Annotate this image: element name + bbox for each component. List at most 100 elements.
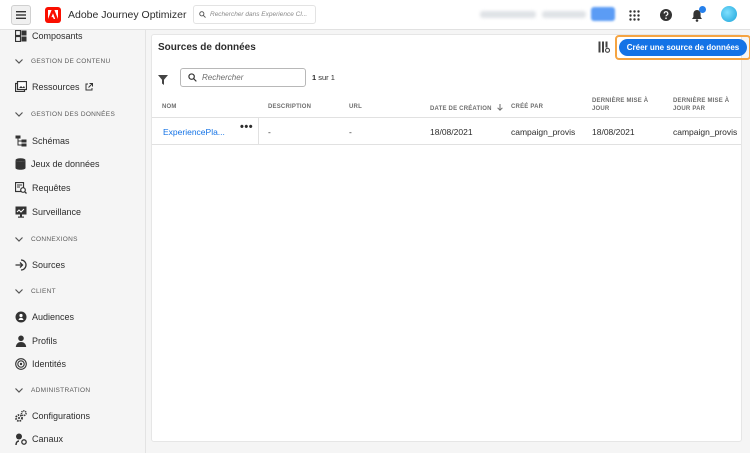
- sidebar-item-composants[interactable]: Composants: [15, 30, 83, 42]
- sidebar-item-surveillance[interactable]: Surveillance: [15, 206, 81, 218]
- sidebar-item-identites[interactable]: Identités: [15, 358, 66, 370]
- app-title: Adobe Journey Optimizer: [68, 8, 187, 21]
- adobe-logo-icon: [48, 10, 58, 19]
- page-title: Sources de données: [158, 42, 256, 53]
- cell-cree-par: campaign_provis: [511, 127, 575, 137]
- sidebar-item-configurations[interactable]: Configurations: [15, 410, 90, 422]
- result-count-current: 1: [312, 73, 317, 82]
- sidebar-item-audiences[interactable]: Audiences: [15, 311, 74, 323]
- sidebar-item-label: Ressources: [32, 81, 80, 92]
- global-search-placeholder: Rechercher dans Experience Cl...: [210, 11, 308, 18]
- notification-badge: [699, 6, 706, 13]
- external-link-icon: [85, 82, 93, 90]
- data-source-name-link[interactable]: ExperiencePla...: [163, 127, 241, 137]
- schema-icon: [15, 135, 27, 147]
- sidebar-section-connexions[interactable]: CONNEXIONS: [15, 236, 78, 243]
- database-icon: [15, 158, 26, 170]
- components-icon: [15, 30, 27, 42]
- channels-icon: [15, 433, 27, 445]
- apps-grid-icon: [628, 9, 640, 21]
- column-header-date-creation[interactable]: DATE DE CRÉATION: [430, 104, 503, 114]
- column-settings-icon: [598, 41, 611, 53]
- sidebar-item-label: Sources: [32, 260, 66, 270]
- sidebar-item-label: Audiences: [32, 312, 75, 322]
- cell-derniere-maj: 18/08/2021: [592, 127, 635, 137]
- column-header-cree-par[interactable]: CRÉÉ PAR: [511, 104, 571, 112]
- sidebar-section-label: GESTION DES DONNÉES: [31, 111, 116, 118]
- sidebar-item-canaux[interactable]: Canaux: [15, 433, 63, 445]
- search-icon: [188, 73, 197, 82]
- more-actions-button[interactable]: •••: [240, 121, 253, 133]
- column-divider: [258, 118, 259, 145]
- search-icon: [199, 11, 206, 18]
- sidebar-item-jeux-de-donnees[interactable]: Jeux de données: [15, 158, 100, 170]
- sidebar-item-ressources[interactable]: Ressources: [15, 81, 98, 92]
- sort-arrow-down-icon: [496, 104, 503, 111]
- search-input[interactable]: Rechercher: [180, 68, 306, 87]
- hamburger-icon: [16, 10, 26, 19]
- sidebar-item-label: Jeux de données: [31, 159, 100, 169]
- menu-toggle-button[interactable]: [11, 4, 31, 25]
- profile-icon: [15, 335, 27, 347]
- table-row[interactable]: ExperiencePla... ••• - - 18/08/2021 camp…: [152, 118, 741, 145]
- sidebar-item-schemas[interactable]: Schémas: [15, 135, 70, 147]
- column-header-name[interactable]: NOM: [162, 104, 202, 112]
- cell-derniere-maj-par: campaign_provis: [673, 127, 738, 137]
- org-selector-blurred[interactable]: [480, 11, 536, 18]
- column-header-label: DATE DE CRÉATION: [430, 106, 492, 112]
- adobe-logo[interactable]: [45, 6, 61, 23]
- column-header-derniere-maj[interactable]: DERNIÈRE MISE À JOUR: [592, 98, 656, 113]
- sidebar-item-label: Configurations: [32, 411, 91, 421]
- sidebar-section-gestion-donnees[interactable]: GESTION DES DONNÉES: [15, 111, 115, 118]
- sidebar-section-label: CONNEXIONS: [31, 236, 78, 243]
- chevron-down-icon: [15, 112, 23, 117]
- apps-grid-button[interactable]: [626, 7, 642, 23]
- sidebar-section-label: GESTION DE CONTENU: [31, 58, 111, 65]
- column-header-description[interactable]: DESCRIPTION: [268, 104, 328, 112]
- sources-icon: [15, 259, 27, 271]
- column-header-url[interactable]: URL: [349, 104, 379, 112]
- help-button[interactable]: [658, 7, 674, 23]
- environment-badge-blurred[interactable]: [591, 7, 615, 21]
- sidebar-item-profils[interactable]: Profils: [15, 335, 57, 347]
- gears-icon: [15, 410, 27, 422]
- chevron-down-icon: [15, 289, 23, 294]
- sidebar-section-administration[interactable]: ADMINISTRATION: [15, 387, 90, 394]
- main-panel: Sources de données Créer une source de d…: [151, 34, 750, 442]
- chevron-down-icon: [15, 59, 23, 64]
- sidebar-section-gestion-contenu[interactable]: GESTION DE CONTENU: [15, 58, 110, 65]
- filter-button[interactable]: [158, 72, 168, 90]
- filter-icon: [158, 75, 168, 85]
- sidebar-item-label: Profils: [32, 336, 58, 346]
- assets-icon: [15, 81, 27, 92]
- column-settings-button[interactable]: [598, 40, 611, 58]
- sidebar-item-sources[interactable]: Sources: [15, 259, 65, 271]
- result-count-total: sur 1: [318, 73, 335, 82]
- sidebar-item-label: Schémas: [32, 136, 70, 146]
- result-count: 1 sur 1: [312, 73, 335, 82]
- global-search-input[interactable]: Rechercher dans Experience Cl...: [193, 5, 316, 24]
- help-icon: [660, 9, 672, 21]
- sidebar-section-client[interactable]: CLIENT: [15, 288, 56, 295]
- sidebar-item-requetes[interactable]: Requêtes: [15, 182, 71, 194]
- sidebar-section-label: ADMINISTRATION: [31, 387, 91, 394]
- column-header-derniere-maj-par[interactable]: DERNIÈRE MISE À JOUR PAR: [673, 98, 739, 113]
- create-data-source-button[interactable]: Créer une source de données: [619, 39, 747, 56]
- audiences-icon: [15, 311, 27, 323]
- sidebar-item-label: Canaux: [32, 434, 64, 444]
- sidebar-nav: Composants GESTION DE CONTENU Ressources…: [0, 30, 146, 453]
- sidebar-item-label: Requêtes: [32, 183, 71, 193]
- create-button-highlight: Créer une source de données: [615, 35, 750, 60]
- sandbox-selector-blurred[interactable]: [542, 11, 586, 18]
- sidebar-item-label: Surveillance: [32, 207, 82, 217]
- top-bar: Adobe Journey Optimizer Rechercher dans …: [0, 0, 750, 30]
- sidebar-item-label: Identités: [32, 359, 67, 369]
- cell-description: -: [268, 127, 271, 137]
- search-placeholder: Rechercher: [202, 73, 244, 82]
- cell-url: -: [349, 127, 352, 137]
- queries-icon: [15, 182, 27, 194]
- monitoring-icon: [15, 206, 27, 218]
- identity-icon: [15, 358, 27, 370]
- sidebar-item-label: Composants: [32, 31, 83, 41]
- user-avatar[interactable]: [721, 6, 737, 22]
